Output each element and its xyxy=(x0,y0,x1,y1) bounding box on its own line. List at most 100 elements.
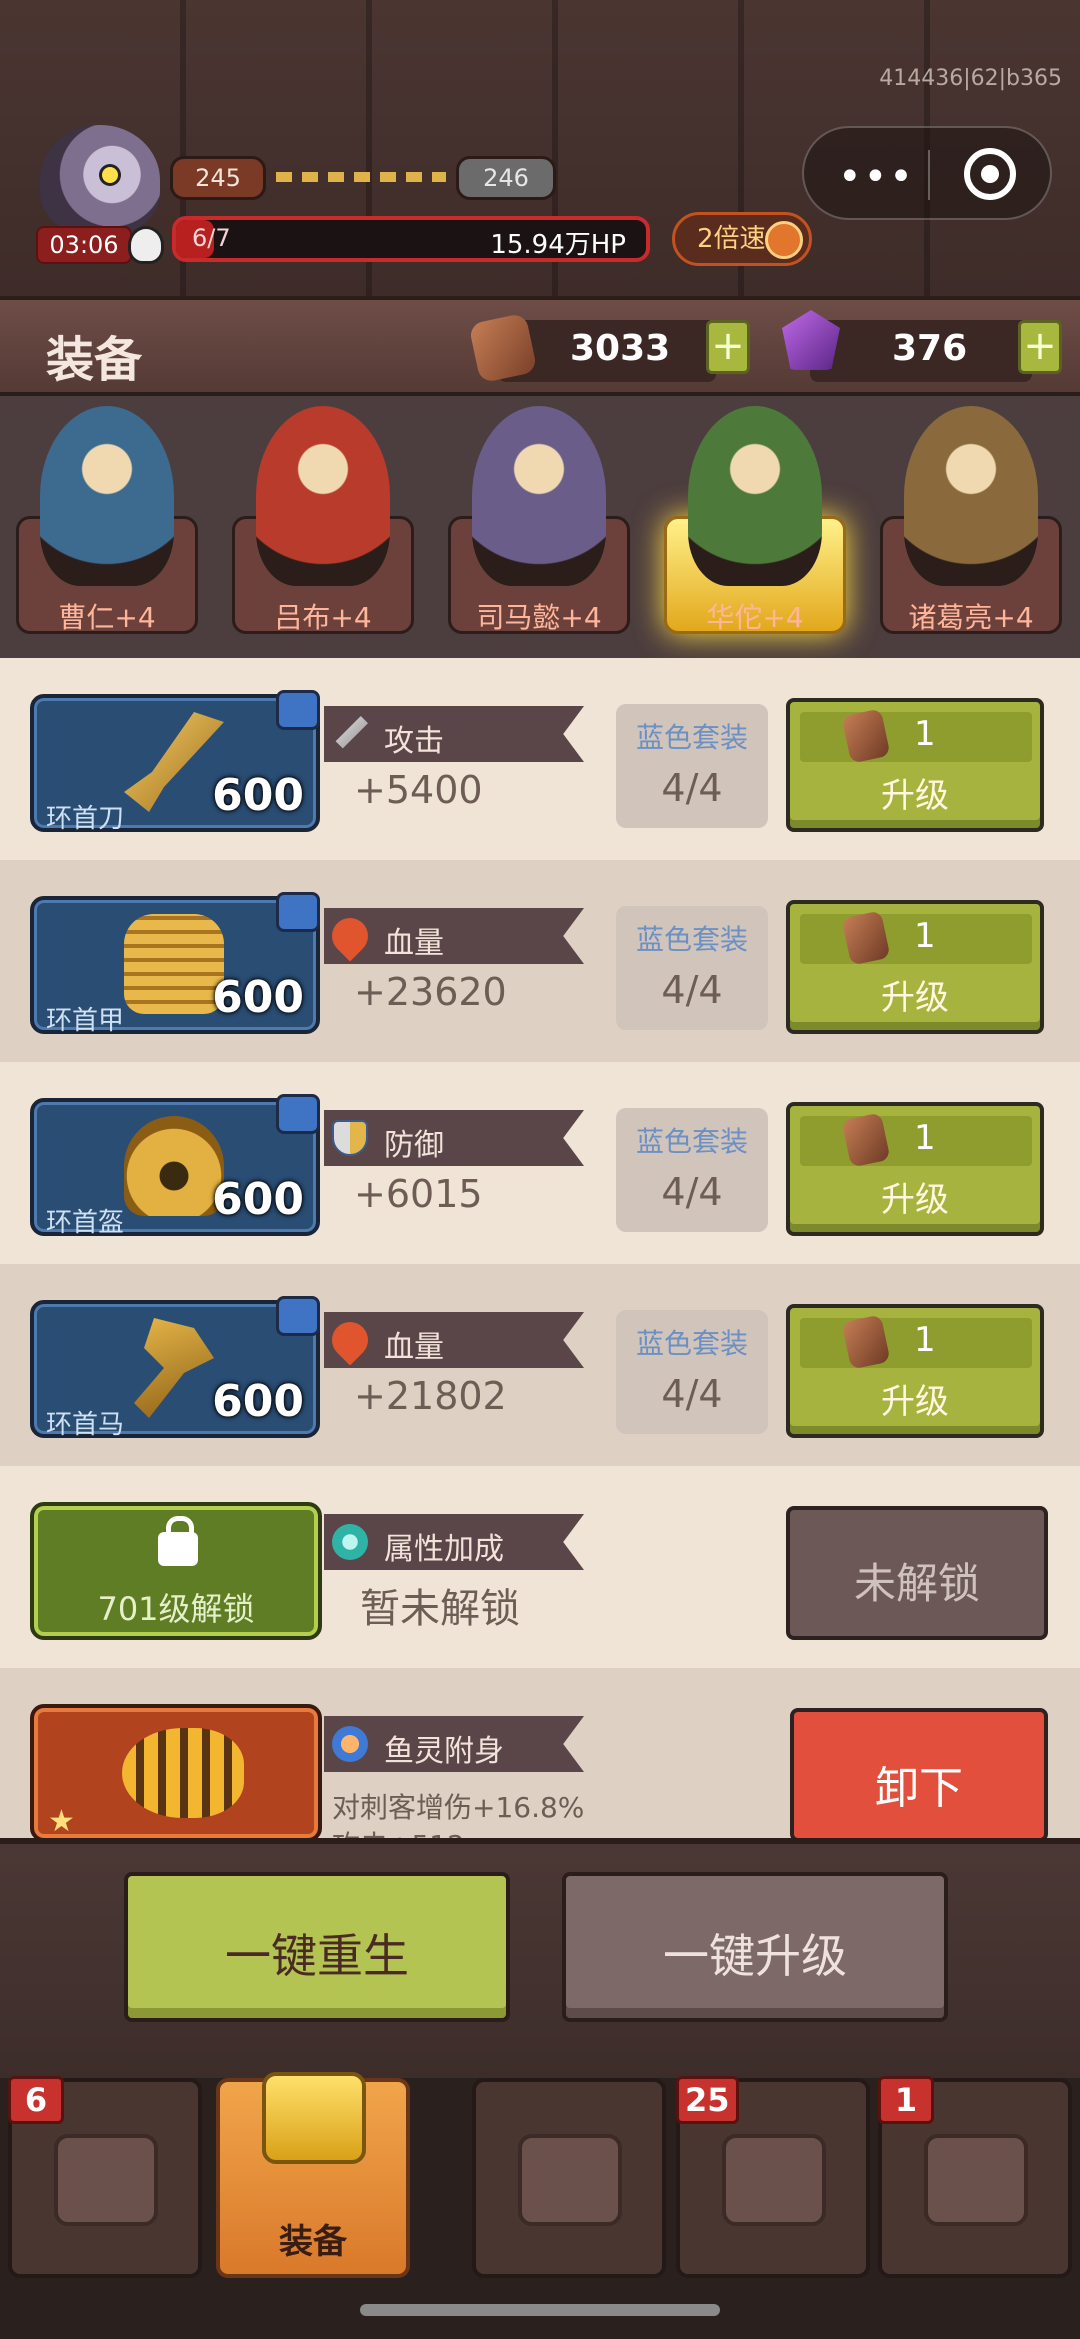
unequip-label: 卸下 xyxy=(875,1763,963,1814)
stat-label: 防御 xyxy=(384,1128,444,1163)
nav-label: 装备 xyxy=(279,2222,347,2262)
hero-card-simayi[interactable]: 司马懿+4 xyxy=(432,396,646,658)
locked-button-label: 未解锁 xyxy=(853,1559,980,1608)
hero-name: 诸葛亮+4 xyxy=(908,601,1034,634)
rebirth-all-label: 一键重生 xyxy=(225,1929,409,1983)
sword-icon xyxy=(335,716,368,749)
attribute-bonus-row: 701级解锁 属性加成 暂未解锁 未解锁 xyxy=(0,1466,1080,1668)
action-bar: 一键重生 一键升级 xyxy=(0,1838,1080,2078)
hero-portrait xyxy=(256,406,390,586)
fish-spirit-tile[interactable]: ★ xyxy=(30,1704,322,1838)
equipment-row: 环首马 600 血量 +21802 蓝色套装 4/4 1 升级 xyxy=(0,1264,1080,1466)
blood-drop-icon xyxy=(324,910,376,962)
fish-spirit-row: ★ 鱼灵附身 对刺客增伤+16.8% 攻击+512 卸下 xyxy=(0,1668,1080,1838)
fish-spirit-icon xyxy=(332,1726,368,1762)
sword-icon xyxy=(124,712,224,812)
nav-badge: 1 xyxy=(878,2076,934,2124)
stat-label: 血量 xyxy=(384,926,444,961)
lock-icon xyxy=(158,1516,198,1566)
stat-value: +23620 xyxy=(354,970,507,1014)
level-current: 245 xyxy=(170,156,266,200)
nav-fish[interactable]: 6 xyxy=(8,2076,202,2278)
unlock-requirement: 701级解锁 xyxy=(97,1590,255,1628)
more-dots-icon[interactable]: ••• xyxy=(838,154,915,200)
hero-card-caoren[interactable]: 曹仁+4 xyxy=(0,396,214,658)
upgrade-all-button[interactable]: 一键升级 xyxy=(562,1872,948,2022)
target-circle-icon[interactable] xyxy=(964,148,1016,200)
equipment-header: 装备 3033 + 376 + xyxy=(0,296,1080,396)
stat-tag: 血量 xyxy=(324,908,584,964)
upgrade-label: 升级 xyxy=(881,1180,949,1220)
equipment-power: 600 xyxy=(212,1376,304,1427)
level-progress-dots xyxy=(276,172,446,182)
equipment-row: 环首甲 600 血量 +23620 蓝色套装 4/4 1 升级 xyxy=(0,860,1080,1062)
locked-slot-tile[interactable]: 701级解锁 xyxy=(30,1502,322,1640)
scroll-icon xyxy=(924,2134,1028,2226)
equipment-tile[interactable]: 环首马 600 xyxy=(30,1296,320,1440)
hero-portrait xyxy=(688,406,822,586)
stat-tag: 鱼灵附身 xyxy=(324,1716,584,1772)
upgrade-cost: 1 xyxy=(914,1118,936,1158)
set-count: 4/4 xyxy=(661,766,723,810)
locked-button[interactable]: 未解锁 xyxy=(786,1506,1048,1640)
wave-counter: 6/7 xyxy=(192,224,231,252)
set-label: 蓝色套装 xyxy=(635,1327,748,1360)
set-bonus-box: 蓝色套装 4/4 xyxy=(616,1108,768,1232)
add-wood-button[interactable]: + xyxy=(706,320,750,374)
nav-badge: 25 xyxy=(676,2076,739,2124)
equipment-tile[interactable]: 环首盔 600 xyxy=(30,1094,320,1238)
rebirth-all-button[interactable]: 一键重生 xyxy=(124,1872,510,2022)
set-count: 4/4 xyxy=(661,1372,723,1416)
nav-scroll[interactable]: 1 xyxy=(878,2076,1072,2278)
upgrade-button[interactable]: 1 升级 xyxy=(786,1102,1044,1236)
set-label: 蓝色套装 xyxy=(635,923,748,956)
upgrade-cost: 1 xyxy=(914,916,936,956)
stat-tag: 防御 xyxy=(324,1110,584,1166)
equipment-row: 环首刀 600 攻击 +5400 蓝色套装 4/4 1 升级 xyxy=(0,658,1080,860)
equipment-row: 环首盔 600 防御 +6015 蓝色套装 4/4 1 升级 xyxy=(0,1062,1080,1264)
build-id: 414436|62|b365 xyxy=(879,66,1062,91)
upgrade-button[interactable]: 1 升级 xyxy=(786,900,1044,1034)
stat-label: 属性加成 xyxy=(384,1532,504,1567)
hero-name: 司马懿+4 xyxy=(476,601,602,634)
equipment-list: 环首刀 600 攻击 +5400 蓝色套装 4/4 1 升级 环首甲 600 血… xyxy=(0,658,1080,1838)
hero-name: 华佗+4 xyxy=(706,601,804,634)
blue-armor-badge-icon xyxy=(276,690,320,730)
upgrade-button[interactable]: 1 升级 xyxy=(786,698,1044,832)
blood-drop-icon xyxy=(324,1314,376,1366)
hero-card-huatuo[interactable]: 华佗+4 xyxy=(648,396,862,658)
attribute-orb-icon xyxy=(332,1524,368,1560)
bottom-nav: 6 装备 25 1 xyxy=(0,2072,1080,2339)
nav-equipment[interactable]: 装备 xyxy=(216,2072,410,2278)
equipment-tile[interactable]: 环首刀 600 xyxy=(30,690,320,834)
equipment-tile[interactable]: 环首甲 600 xyxy=(30,892,320,1036)
locked-status: 暂未解锁 xyxy=(360,1586,520,1632)
miniapp-capsule: ••• xyxy=(802,126,1052,220)
hero-card-zhugeliang[interactable]: 诸葛亮+4 xyxy=(864,396,1078,658)
hero-card-lvbu[interactable]: 吕布+4 xyxy=(216,396,430,658)
stat-tag: 血量 xyxy=(324,1312,584,1368)
equipment-power: 600 xyxy=(212,972,304,1023)
upgrade-button[interactable]: 1 升级 xyxy=(786,1304,1044,1438)
nav-badge: 6 xyxy=(8,2076,64,2124)
hero-selector: 曹仁+4 吕布+4 司马懿+4 华佗+4 诸葛亮+4 xyxy=(0,396,1080,658)
purple-gem-icon xyxy=(782,310,840,370)
blue-armor-badge-icon xyxy=(276,892,320,932)
page-title: 装备 xyxy=(46,332,143,388)
equipment-name: 环首马 xyxy=(46,1410,125,1440)
stat-label: 血量 xyxy=(384,1330,444,1365)
add-gem-button[interactable]: + xyxy=(1018,320,1062,374)
capsule-divider xyxy=(928,150,930,200)
treasure-chest-icon xyxy=(722,2134,826,2226)
stat-label: 鱼灵附身 xyxy=(384,1734,504,1769)
upgrade-cost: 1 xyxy=(914,714,936,754)
home-indicator xyxy=(360,2304,720,2316)
wood-token-icon xyxy=(468,312,538,384)
stat-value: +6015 xyxy=(354,1172,483,1216)
nav-treasure[interactable]: 25 xyxy=(676,2076,870,2278)
unequip-button[interactable]: 卸下 xyxy=(790,1708,1048,1838)
speed-toggle-button[interactable]: 2倍速 xyxy=(672,212,812,266)
level-next: 246 xyxy=(456,156,556,200)
fish-icon xyxy=(54,2134,158,2226)
nav-helmet[interactable] xyxy=(472,2078,666,2278)
